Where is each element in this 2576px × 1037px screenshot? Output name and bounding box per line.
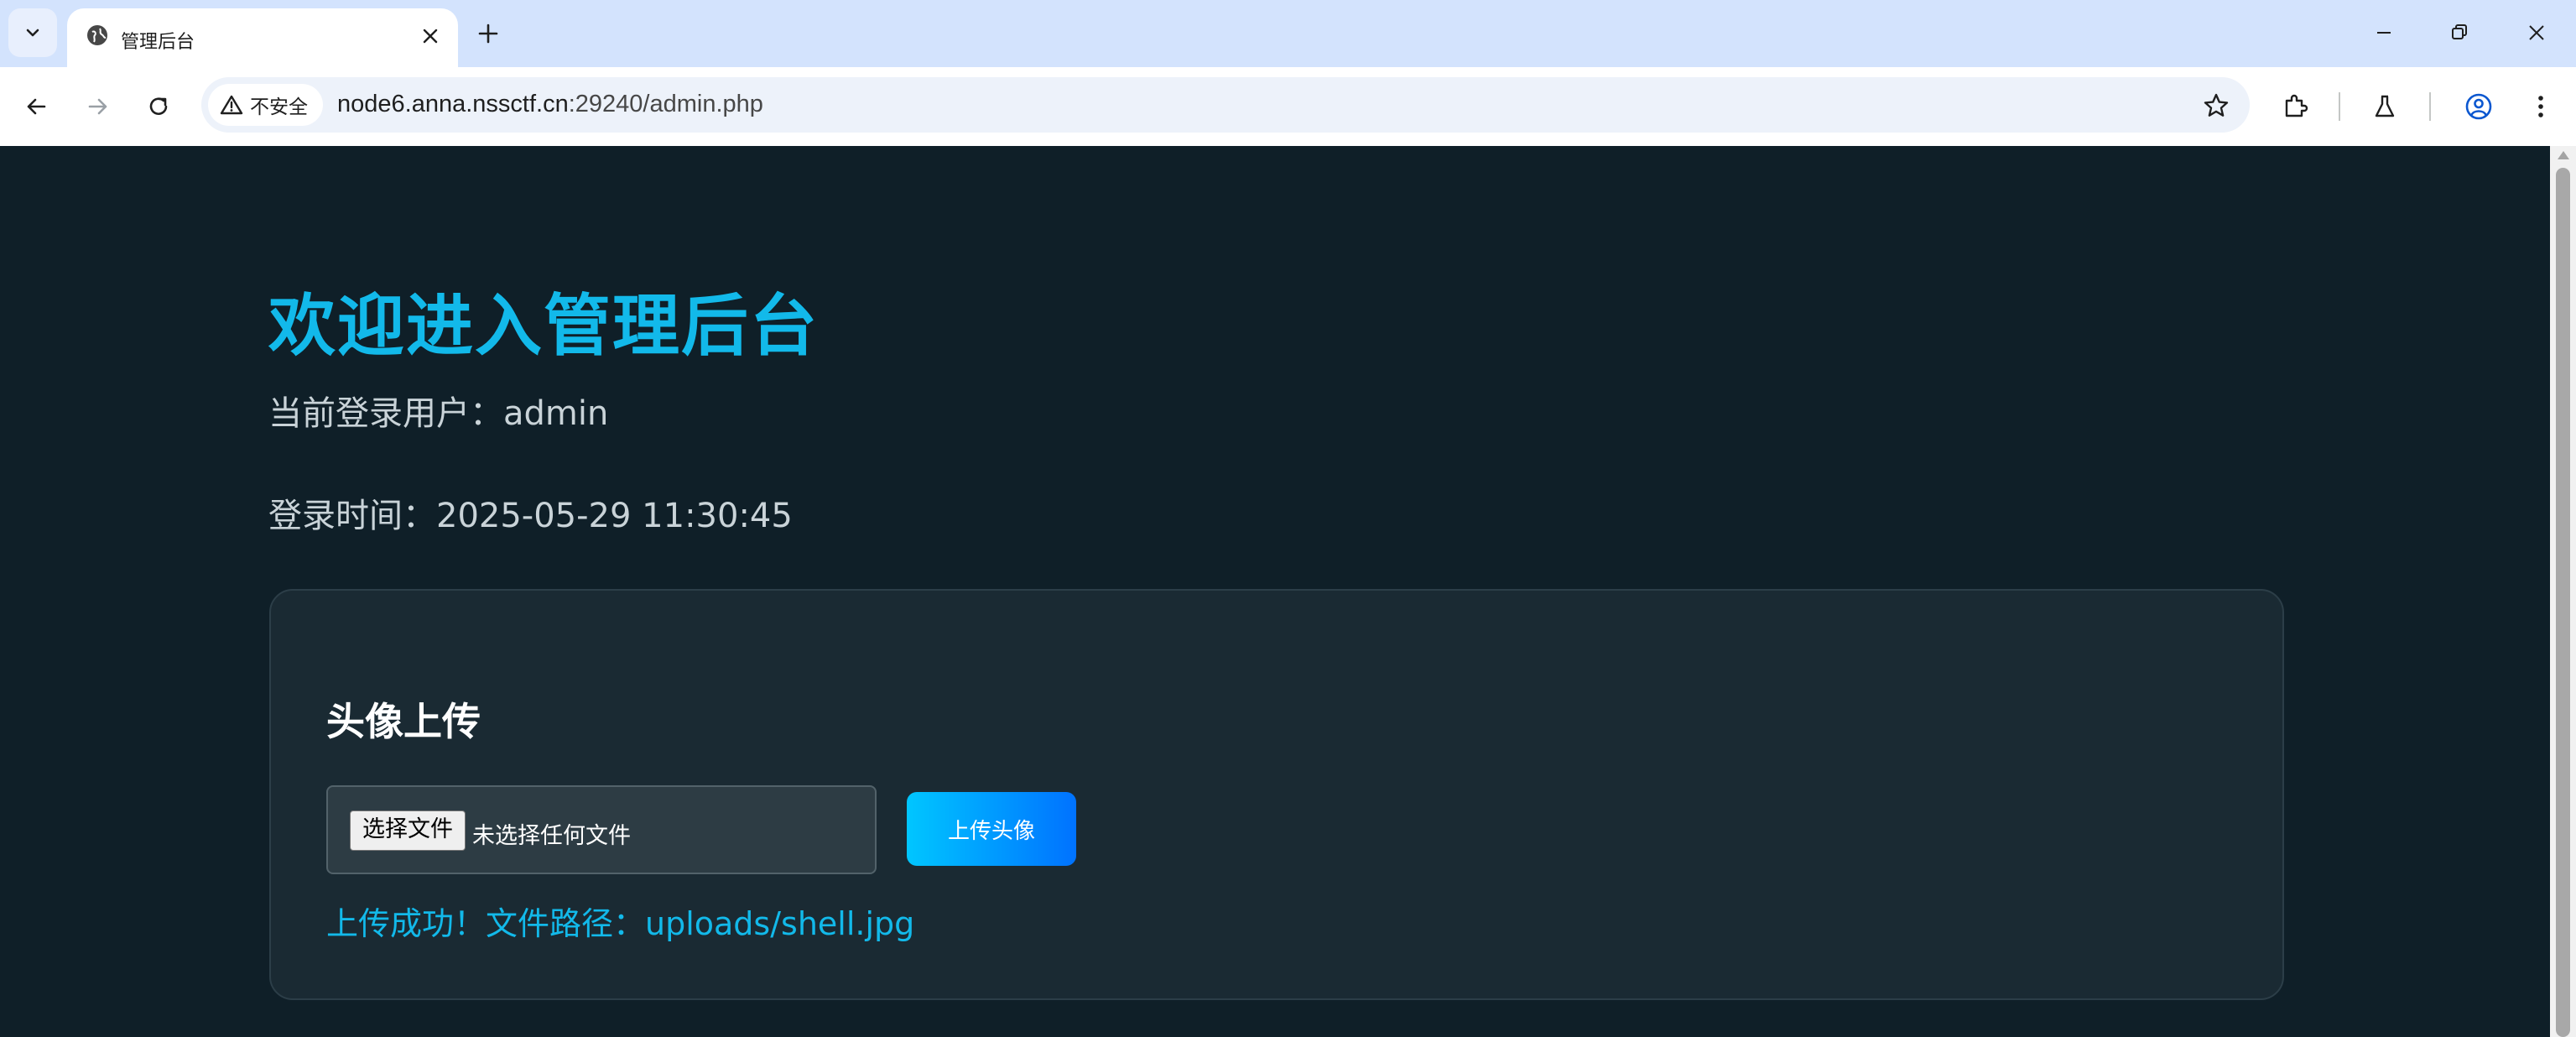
flask-icon: [2375, 95, 2395, 117]
avatar-upload-card: 头像上传 选择文件 未选择任何文件 上传头像 上传成功！文件路径：uploads…: [269, 589, 2284, 1000]
tab-strip: 管理后台: [0, 0, 2576, 67]
plus-icon: [478, 23, 498, 44]
minimize-icon: [2377, 32, 2391, 34]
toolbar-separator: [2339, 92, 2340, 121]
restore-icon: [2452, 24, 2467, 39]
login-time-text: 登录时间：2025-05-29 11:30:45: [268, 497, 793, 535]
account-icon: [2465, 93, 2492, 120]
file-input[interactable]: 选择文件 未选择任何文件: [326, 785, 877, 874]
reload-icon: [149, 97, 168, 115]
url-text[interactable]: node6.anna.nssctf.cn:29240/admin.php: [337, 91, 763, 118]
restore-button[interactable]: [2434, 12, 2485, 54]
profile-button[interactable]: [2458, 86, 2500, 128]
labs-button[interactable]: [2364, 86, 2406, 128]
back-button[interactable]: [15, 86, 57, 128]
extensions-button[interactable]: [2275, 86, 2317, 128]
close-icon: [423, 29, 438, 44]
minimize-button[interactable]: [2359, 12, 2409, 54]
close-icon: [2529, 25, 2544, 40]
choose-file-button[interactable]: 选择文件: [350, 810, 466, 851]
url-host: node6.anna.nssctf.cn: [337, 91, 569, 117]
reload-button[interactable]: [138, 86, 180, 128]
file-status-text: 未选择任何文件: [472, 823, 631, 849]
current-user-text: 当前登录用户：admin: [268, 394, 609, 433]
upload-avatar-button[interactable]: 上传头像: [907, 792, 1076, 866]
page-scrollbar[interactable]: [2550, 146, 2576, 1037]
new-tab-button[interactable]: [471, 17, 505, 50]
address-bar[interactable]: 不安全 node6.anna.nssctf.cn:29240/admin.php: [201, 77, 2250, 133]
browser-tab-active[interactable]: 管理后台: [67, 8, 458, 67]
kebab-menu-icon: [2538, 96, 2543, 117]
browser-toolbar: 不安全 node6.anna.nssctf.cn:29240/admin.php: [0, 67, 2576, 148]
puzzle-icon: [2285, 94, 2308, 117]
security-indicator[interactable]: 不安全: [208, 84, 323, 126]
upload-result-message: 上传成功！文件路径：uploads/shell.jpg: [326, 905, 915, 942]
page-title: 欢迎进入管理后台: [268, 287, 819, 365]
tab-search-button[interactable]: [8, 8, 57, 57]
close-window-button[interactable]: [2511, 12, 2562, 54]
chevron-down-icon: [26, 29, 39, 37]
browser-menu-button[interactable]: [2520, 86, 2562, 128]
forward-button[interactable]: [77, 86, 119, 128]
globe-icon: [87, 25, 107, 45]
tab-title: 管理后台: [121, 32, 195, 53]
security-label: 不安全: [250, 96, 308, 118]
arrow-right-icon: [88, 98, 107, 115]
toolbar-separator: [2429, 92, 2431, 121]
url-path: :29240/admin.php: [568, 91, 763, 117]
scroll-thumb[interactable]: [2556, 168, 2570, 1037]
tab-close-button[interactable]: [418, 23, 443, 49]
warning-icon: [220, 95, 243, 115]
scroll-up-arrow-icon[interactable]: [2558, 151, 2569, 159]
page-content: 欢迎进入管理后台 当前登录用户：admin 登录时间：2025-05-29 11…: [0, 146, 2550, 1037]
card-title: 头像上传: [326, 699, 481, 744]
star-icon: [2204, 93, 2229, 117]
arrow-left-icon: [27, 98, 46, 115]
bookmark-button[interactable]: [2199, 89, 2233, 122]
